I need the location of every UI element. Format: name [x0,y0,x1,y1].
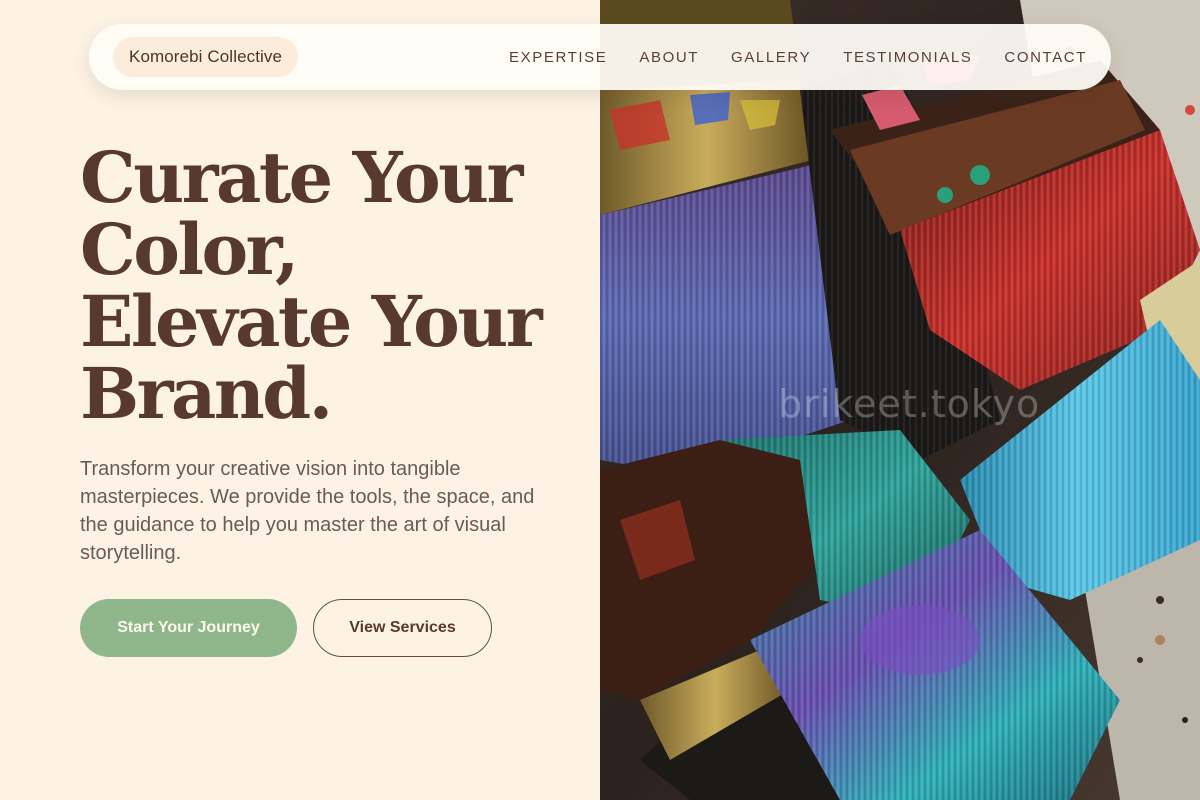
hero-title-line-3: Elevate Your [80,280,543,363]
hero-title-line-4: Brand. [80,352,333,435]
paint-brushes-image [600,0,1200,800]
hero-title-line-1: Curate Your [80,136,523,219]
nav-link-testimonials[interactable]: TESTIMONIALS [843,49,972,66]
nav-links: EXPERTISE ABOUT GALLERY TESTIMONIALS CON… [477,49,1087,66]
view-services-button[interactable]: View Services [313,599,492,657]
hero-title: Curate Your Color, Elevate Your Brand. [80,142,580,430]
hero-subtitle: Transform your creative vision into tang… [80,458,535,564]
nav-link-expertise[interactable]: EXPERTISE [509,49,607,66]
nav-link-gallery[interactable]: GALLERY [731,49,811,66]
hero-title-line-2: Color, [80,208,299,291]
start-journey-button[interactable]: Start Your Journey [80,599,297,657]
nav-link-contact[interactable]: CONTACT [1004,49,1087,66]
nav-link-about[interactable]: ABOUT [639,49,699,66]
top-navbar: Komorebi Collective EXPERTISE ABOUT GALL… [89,24,1111,90]
brand-logo[interactable]: Komorebi Collective [113,37,299,77]
